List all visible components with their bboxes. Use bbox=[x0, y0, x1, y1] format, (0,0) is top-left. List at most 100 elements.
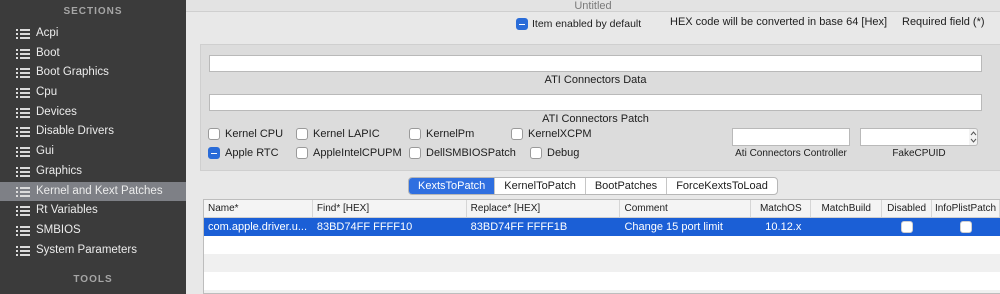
sidebar-item-label: SMBIOS bbox=[36, 223, 81, 236]
list-icon bbox=[16, 48, 30, 59]
table-cell[interactable]: 83BD74FF FFFF10 bbox=[313, 218, 467, 236]
sidebar-item-label: System Parameters bbox=[36, 243, 137, 256]
up-down-stepper-icon[interactable] bbox=[969, 128, 978, 146]
sidebar-item[interactable]: Acpi bbox=[0, 24, 186, 44]
sidebar: SECTIONS Acpi Boot Boot Graphics Cpu Devices… bbox=[0, 0, 186, 294]
sidebar-item[interactable]: Disable Drivers bbox=[0, 122, 186, 142]
kernel-xcpm-label: KernelXCPM bbox=[528, 128, 592, 140]
checkbox-box[interactable] bbox=[208, 128, 220, 140]
table-cell[interactable]: 10.12.x bbox=[751, 218, 811, 236]
sidebar-list: Acpi Boot Boot Graphics Cpu Devices Disable D… bbox=[0, 24, 186, 260]
list-icon bbox=[16, 245, 30, 256]
kernel-pm-label: KernelPm bbox=[426, 128, 475, 140]
table-cell[interactable]: Change 15 port limit bbox=[620, 218, 751, 236]
ati-connectors-controller-label: Ati Connectors Controller bbox=[735, 148, 847, 159]
kernel-xcpm-checkbox[interactable]: KernelXCPM bbox=[511, 128, 592, 140]
apple-rtc-checkbox[interactable]: Apple RTC bbox=[208, 147, 279, 159]
patches-table: Name* Find* [HEX] Replace* [HEX] Comment Mat… bbox=[203, 199, 1000, 294]
column-header[interactable]: Replace* [HEX] bbox=[467, 200, 621, 217]
ati-connectors-patch-label: ATI Connectors Patch bbox=[542, 113, 649, 125]
sidebar-item-label: Boot bbox=[36, 46, 60, 59]
sidebar-item[interactable]: Kernel and Kext Patches bbox=[0, 181, 186, 202]
list-icon bbox=[16, 147, 30, 158]
kernel-pm-checkbox[interactable]: KernelPm bbox=[409, 128, 474, 140]
dell-smbios-patch-checkbox[interactable]: DellSMBIOSPatch bbox=[409, 147, 516, 159]
column-header[interactable]: MatchBuild bbox=[811, 200, 883, 217]
checkbox-box[interactable] bbox=[530, 147, 542, 159]
ati-connectors-data-label: ATI Connectors Data bbox=[544, 74, 647, 86]
apple-intel-cpupm-checkbox[interactable]: AppleIntelCPUPM bbox=[296, 147, 402, 159]
table-cell[interactable] bbox=[811, 218, 882, 236]
table-cell[interactable]: 83BD74FF FFFF1B bbox=[467, 218, 621, 236]
patch-tabs: KextsToPatch KernelToPatch BootPatches Forc… bbox=[408, 177, 778, 195]
info-plist-patch-checkbox[interactable] bbox=[960, 221, 973, 233]
sidebar-item-label: Acpi bbox=[36, 27, 59, 39]
table-cell bbox=[882, 218, 932, 236]
column-header[interactable]: InfoPlistPatch bbox=[932, 200, 1000, 217]
checkbox-box[interactable] bbox=[409, 128, 421, 140]
main-pane: Untitled Item enabled by default HEX cod… bbox=[186, 0, 1000, 294]
column-header[interactable]: Disabled bbox=[882, 200, 933, 217]
list-icon bbox=[16, 127, 30, 138]
window-title: Untitled bbox=[186, 0, 1000, 12]
legend-bar: Item enabled by default HEX code will be… bbox=[186, 12, 1000, 34]
tools-heading: TOOLS bbox=[73, 274, 113, 285]
checkbox-box[interactable] bbox=[409, 147, 421, 159]
table-body: com.apple.driver.u... 83BD74FF FFFF10 83BD… bbox=[204, 218, 1000, 293]
apple-rtc-label: Apple RTC bbox=[225, 147, 279, 159]
list-icon bbox=[16, 225, 30, 236]
list-icon bbox=[16, 68, 30, 79]
table-cell[interactable]: com.apple.driver.u... bbox=[204, 218, 313, 236]
column-header[interactable]: Name* bbox=[204, 200, 313, 217]
required-note: Required field (*) bbox=[902, 16, 985, 28]
fake-cpuid-label: FakeCPUID bbox=[892, 148, 946, 159]
table-header: Name* Find* [HEX] Replace* [HEX] Comment Mat… bbox=[204, 200, 1000, 218]
column-header[interactable]: Find* [HEX] bbox=[313, 200, 467, 217]
apple-intel-cpupm-label: AppleIntelCPUPM bbox=[313, 147, 402, 159]
empty-table-row bbox=[204, 236, 1000, 254]
kernel-cpu-label: Kernel CPU bbox=[225, 128, 284, 140]
debug-label: Debug bbox=[547, 147, 580, 159]
sidebar-item[interactable]: Rt Variables bbox=[0, 201, 186, 221]
kernel-cpu-checkbox[interactable]: Kernel CPU bbox=[208, 128, 283, 140]
kernel-lapic-label: Kernel LAPIC bbox=[313, 128, 380, 140]
sidebar-item[interactable]: Gui bbox=[0, 142, 186, 162]
column-header[interactable]: MatchOS bbox=[751, 200, 812, 217]
sidebar-item-label: Gui bbox=[36, 145, 54, 158]
checkbox-box[interactable] bbox=[296, 147, 308, 159]
sidebar-item[interactable]: SMBIOS bbox=[0, 221, 186, 241]
empty-table-row bbox=[204, 254, 1000, 272]
fake-cpuid-input[interactable] bbox=[860, 128, 970, 146]
hex-note: HEX code will be converted in base 64 [H… bbox=[670, 16, 888, 28]
tab[interactable]: KextsToPatch bbox=[409, 178, 496, 194]
tab[interactable]: BootPatches bbox=[586, 178, 668, 194]
checkbox-box[interactable] bbox=[511, 128, 523, 140]
checkbox-box[interactable] bbox=[296, 128, 308, 140]
sidebar-item[interactable]: Boot bbox=[0, 44, 186, 64]
debug-checkbox[interactable]: Debug bbox=[530, 147, 579, 159]
ati-connectors-controller-input[interactable] bbox=[732, 128, 850, 146]
sidebar-item-label: Graphics bbox=[36, 164, 83, 177]
sidebar-item[interactable]: Graphics bbox=[0, 162, 186, 182]
sidebar-item-label: Kernel and Kext Patches bbox=[36, 184, 163, 197]
ati-connectors-data-input[interactable] bbox=[209, 55, 982, 72]
checkbox-box[interactable] bbox=[208, 147, 220, 159]
sidebar-item-label: Boot Graphics bbox=[36, 66, 109, 79]
sidebar-item[interactable]: Devices bbox=[0, 103, 186, 123]
sidebar-item[interactable]: System Parameters bbox=[0, 241, 186, 261]
sections-heading: SECTIONS bbox=[63, 6, 123, 17]
sidebar-item[interactable]: Cpu bbox=[0, 83, 186, 103]
disabled-checkbox[interactable] bbox=[901, 221, 914, 233]
table-row[interactable]: com.apple.driver.u... 83BD74FF FFFF10 83BD… bbox=[204, 218, 1000, 236]
list-icon bbox=[16, 88, 30, 99]
sidebar-item[interactable]: Boot Graphics bbox=[0, 63, 186, 83]
ati-connectors-patch-input[interactable] bbox=[209, 94, 982, 111]
tab[interactable]: ForceKextsToLoad bbox=[667, 178, 777, 194]
tab[interactable]: KernelToPatch bbox=[495, 178, 586, 194]
kernel-lapic-checkbox[interactable]: Kernel LAPIC bbox=[296, 128, 380, 140]
column-header[interactable]: Comment bbox=[620, 200, 752, 217]
list-icon bbox=[16, 29, 30, 39]
list-icon bbox=[16, 186, 30, 197]
sidebar-item-label: Devices bbox=[36, 105, 77, 118]
table-cell bbox=[932, 218, 1000, 236]
